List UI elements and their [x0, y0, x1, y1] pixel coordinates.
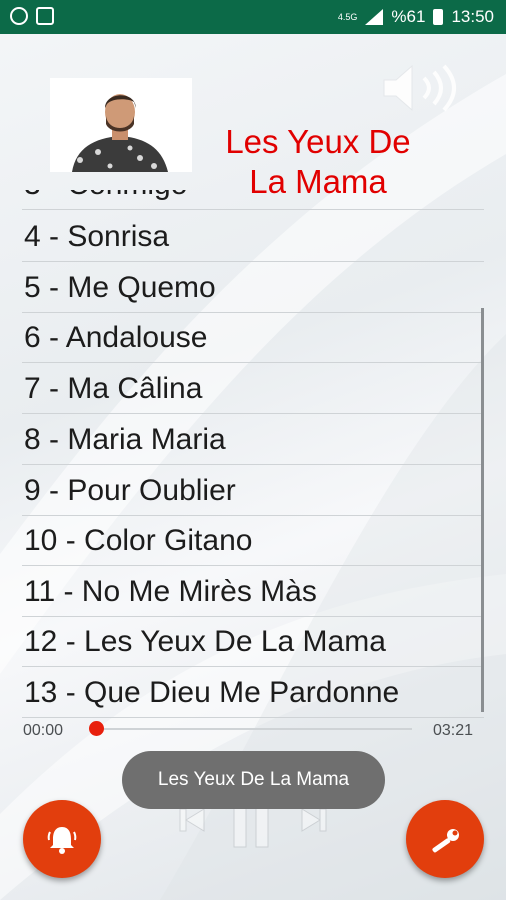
- track-item[interactable]: 11 - No Me Mirès Màs: [22, 567, 484, 617]
- track-item[interactable]: 4 - Sonrisa: [22, 212, 484, 262]
- alarm-button[interactable]: [23, 800, 101, 878]
- status-bar: 4.5G %61 13:50: [0, 0, 506, 34]
- title-line-1: Les Yeux De: [225, 123, 411, 160]
- next-icon[interactable]: [301, 808, 327, 832]
- artist-photo: [50, 78, 192, 172]
- bitcoin-notification-icon: [10, 7, 28, 25]
- track-item[interactable]: 7 - Ma Câlina: [22, 364, 484, 414]
- list-scrollbar[interactable]: [481, 308, 484, 712]
- network-type: 4.5G: [337, 11, 358, 22]
- track-item[interactable]: 3 - Conmigo: [22, 190, 484, 210]
- track-item[interactable]: 6 - Andalouse: [22, 313, 484, 363]
- clock: 13:50: [451, 7, 494, 26]
- notification-icons: [10, 7, 54, 25]
- previous-icon[interactable]: [179, 808, 205, 832]
- elapsed-time: 00:00: [23, 722, 64, 739]
- signal-icon: [365, 9, 384, 25]
- album-cover: [50, 78, 192, 172]
- track-item[interactable]: 12 - Les Yeux De La Mama: [22, 617, 484, 667]
- seek-bar[interactable]: [89, 721, 412, 736]
- total-duration: 03:21: [433, 722, 474, 739]
- track-item[interactable]: 9 - Pour Oublier: [22, 466, 484, 516]
- bell-icon: [47, 827, 77, 854]
- wrench-icon: [432, 829, 459, 853]
- toast-message: Les Yeux De La Mama: [122, 751, 385, 809]
- seek-thumb[interactable]: [89, 721, 104, 736]
- battery-percent: %61: [391, 7, 426, 26]
- pause-icon[interactable]: [233, 806, 269, 848]
- track-item[interactable]: 8 - Maria Maria: [22, 415, 484, 465]
- message-notification-icon: [36, 7, 54, 25]
- track-list[interactable]: 3 - Conmigo 4 - Sonrisa 5 - Me Quemo 6 -…: [22, 190, 484, 720]
- track-item[interactable]: 13 - Que Dieu Me Pardonne: [22, 668, 484, 718]
- playback-controls: [179, 806, 327, 848]
- battery-icon: [433, 9, 444, 25]
- settings-button[interactable]: [406, 800, 484, 878]
- track-item[interactable]: 10 - Color Gitano: [22, 516, 484, 566]
- speaker-icon[interactable]: [380, 62, 466, 114]
- status-indicators: 4.5G %61 13:50: [338, 7, 494, 27]
- track-item[interactable]: 5 - Me Quemo: [22, 263, 484, 313]
